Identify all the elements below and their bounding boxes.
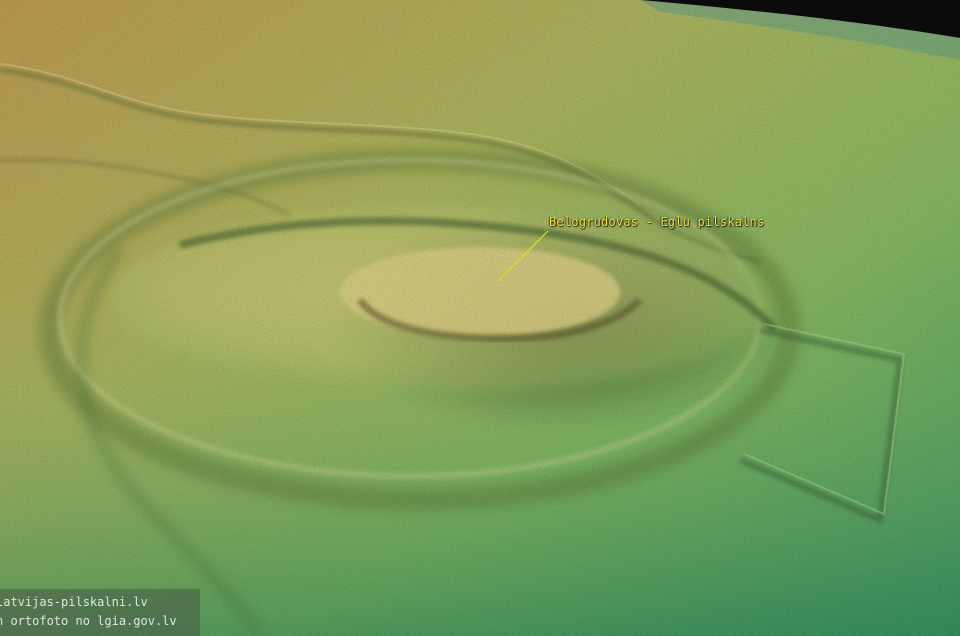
- relief-texture: [0, 0, 960, 636]
- terrain-relief-view[interactable]: [0, 0, 960, 636]
- hillfort-name-label[interactable]: Belogrudovas - Eglu pilskalns: [549, 215, 764, 229]
- attribution-panel: latvijas-pilskalni.lv n ortofoto no lgia…: [0, 589, 200, 636]
- credit-orthophoto-source[interactable]: n ortofoto no lgia.gov.lv: [0, 612, 200, 631]
- credit-source-site[interactable]: latvijas-pilskalni.lv: [0, 593, 200, 612]
- map-viewport[interactable]: Belogrudovas - Eglu pilskalns latvijas-p…: [0, 0, 960, 636]
